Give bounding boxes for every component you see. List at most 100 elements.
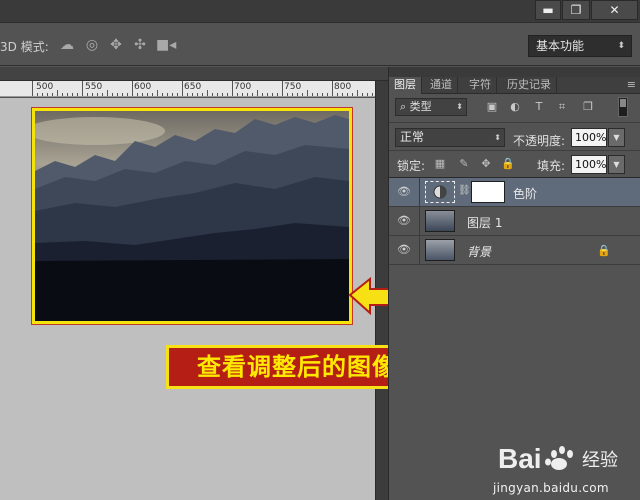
slide-3d-icon[interactable]: ✣ xyxy=(131,36,149,54)
ruler-tick xyxy=(152,93,153,96)
ruler-tick xyxy=(347,93,348,96)
filter-kind-label: 类型 xyxy=(409,100,432,113)
pan-3d-icon[interactable]: ✥ xyxy=(107,36,125,54)
options-bar: 3D 模式: ☁ ◎ ✥ ✣ ■◂ 基本功能 ⬍ xyxy=(0,22,640,66)
layer-row-levels[interactable]: 👁 ⛓ 色阶 xyxy=(389,178,640,207)
workspace-select[interactable]: 基本功能 ⬍ xyxy=(528,35,632,57)
divider xyxy=(419,178,420,207)
fill-field[interactable]: 100% xyxy=(571,155,607,174)
shape-filter-icon[interactable]: ⌗ xyxy=(555,100,569,114)
chevron-updown-icon: ⬍ xyxy=(456,102,463,111)
opacity-field[interactable]: 100% xyxy=(571,128,607,147)
layer-thumbnail xyxy=(425,210,455,232)
layer-name[interactable]: 背景 xyxy=(467,243,491,260)
ruler-tick xyxy=(172,93,173,96)
ruler-label: 750 xyxy=(284,82,302,92)
ruler-tick xyxy=(312,93,313,96)
scale-3d-icon[interactable]: ■◂ xyxy=(156,36,176,54)
layer-name[interactable]: 图层 1 xyxy=(467,214,502,231)
adjustment-thumbnail xyxy=(425,181,455,203)
ruler-tick xyxy=(157,90,158,96)
ruler-tick xyxy=(37,93,38,96)
ruler-tick xyxy=(297,93,298,96)
ruler-tick xyxy=(302,93,303,96)
eye-icon[interactable]: 👁 xyxy=(397,215,411,227)
tab-character[interactable]: 字符 xyxy=(464,77,497,94)
ruler-tick xyxy=(72,93,73,96)
ruler-tick xyxy=(292,93,293,96)
blend-mode-select[interactable]: 正常 ⬍ xyxy=(395,128,505,147)
ruler-tick xyxy=(217,93,218,96)
minimize-button[interactable]: ▬ xyxy=(535,0,561,20)
panel-tabs: 图层 通道 字符 历史记录 ≡ xyxy=(389,77,640,94)
tab-channels[interactable]: 通道 xyxy=(425,77,458,94)
filter-kind-select[interactable]: ⌕ 类型 ⬍ xyxy=(395,98,467,116)
tab-layers[interactable]: 图层 xyxy=(389,77,422,94)
eye-icon[interactable]: 👁 xyxy=(397,244,411,256)
restore-button[interactable]: ❐ xyxy=(562,0,590,20)
layer-row-layer1[interactable]: 👁 图层 1 xyxy=(389,207,640,236)
search-icon: ⌕ xyxy=(400,100,410,113)
link-icon[interactable]: ⛓ xyxy=(458,185,471,196)
ruler-tick xyxy=(237,93,238,96)
document-image[interactable] xyxy=(31,107,353,325)
ruler-tick xyxy=(87,93,88,96)
ruler-tick xyxy=(227,93,228,96)
watermark-brand2: 经验 xyxy=(582,450,618,471)
lock-icon: 🔒 xyxy=(597,244,611,257)
ruler-tick xyxy=(132,81,133,96)
filter-toggle[interactable] xyxy=(618,97,628,117)
fill-dropdown-button[interactable]: ▼ xyxy=(608,155,625,174)
ruler-label: 650 xyxy=(184,82,202,92)
ruler-tick xyxy=(197,93,198,96)
horizontal-ruler: 500 550 600 650 700 750 800 xyxy=(0,81,375,97)
ruler-tick xyxy=(277,93,278,96)
ruler-tick xyxy=(192,93,193,96)
lock-row: 锁定: ▦ ✎ ✥ 🔒 填充: 100% ▼ xyxy=(389,151,640,178)
eye-icon[interactable]: 👁 xyxy=(397,186,411,198)
ruler-label: 800 xyxy=(334,82,352,92)
layer-filter-row: ⌕ 类型 ⬍ ▣ ◐ T ⌗ ❐ xyxy=(389,95,640,123)
ruler-tick xyxy=(357,90,358,96)
3d-mode-label: 3D 模式: xyxy=(0,40,49,54)
ruler-tick xyxy=(247,93,248,96)
layer-name[interactable]: 色阶 xyxy=(513,185,537,202)
ruler-tick xyxy=(187,93,188,96)
ruler-tick xyxy=(42,93,43,96)
lock-all-icon[interactable]: 🔒 xyxy=(501,157,515,171)
ruler-tick xyxy=(257,90,258,96)
tab-history[interactable]: 历史记录 xyxy=(502,77,557,94)
baidu-watermark-logo: Bai 经验 xyxy=(498,443,618,474)
ruler-tick xyxy=(337,93,338,96)
type-filter-icon[interactable]: T xyxy=(532,100,546,114)
opacity-dropdown-button[interactable]: ▼ xyxy=(608,128,625,147)
lock-pixels-icon[interactable]: ✎ xyxy=(457,157,471,171)
layer-row-background[interactable]: 👁 背景 🔒 xyxy=(389,236,640,265)
lock-position-icon[interactable]: ✥ xyxy=(479,157,493,171)
ruler-tick xyxy=(137,93,138,96)
pixel-filter-icon[interactable]: ▣ xyxy=(485,100,499,114)
ruler-tick xyxy=(127,93,128,96)
ruler-tick xyxy=(57,90,58,96)
ruler-tick xyxy=(47,93,48,96)
divider xyxy=(419,236,420,265)
lock-label: 锁定: xyxy=(397,159,426,173)
ruler-tick xyxy=(212,93,213,96)
workspace-label: 基本功能 xyxy=(536,39,585,53)
ruler-tick xyxy=(112,93,113,96)
lock-transparency-icon[interactable]: ▦ xyxy=(433,157,447,171)
ruler-tick xyxy=(82,81,83,96)
adjustment-filter-icon[interactable]: ◐ xyxy=(508,100,522,114)
blend-row: 正常 ⬍ 不透明度: 100% ▼ xyxy=(389,123,640,151)
smart-object-filter-icon[interactable]: ❐ xyxy=(581,100,595,114)
ruler-tick xyxy=(232,81,233,96)
ruler-tick xyxy=(317,93,318,96)
ruler-tick xyxy=(97,93,98,96)
ruler-label: 500 xyxy=(36,82,54,92)
close-button[interactable]: ✕ xyxy=(591,0,638,20)
orbit-3d-icon[interactable]: ☁ xyxy=(58,36,76,54)
panel-menu-icon[interactable]: ≡ xyxy=(627,77,636,93)
roll-3d-icon[interactable]: ◎ xyxy=(83,36,101,54)
layer-mask-thumbnail[interactable] xyxy=(471,181,505,203)
title-bar: ▬ ❐ ✕ xyxy=(0,0,640,22)
